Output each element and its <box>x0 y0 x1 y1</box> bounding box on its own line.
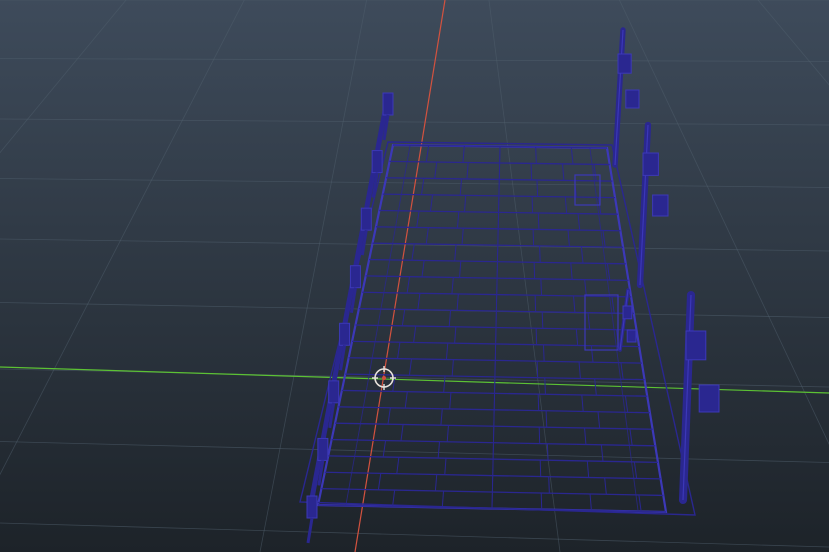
lamp-lantern-icon <box>642 152 659 176</box>
plank-joint-line <box>546 443 549 461</box>
viewport-background <box>0 0 829 552</box>
railing-post-body <box>349 265 361 289</box>
plank-joint-line <box>539 460 542 477</box>
lamp-lantern-icon <box>625 89 640 109</box>
plank-joint-line <box>536 179 539 197</box>
plank-joint-line <box>533 262 536 279</box>
railing-post-body <box>317 437 329 461</box>
railing-post-body <box>306 495 318 519</box>
plank-joint-line <box>535 328 538 345</box>
plank-joint-line <box>539 245 541 263</box>
plank-joint-line <box>548 476 550 494</box>
plank-joint-line <box>536 361 539 378</box>
plank-joint-line <box>538 427 541 444</box>
plank-joint-line <box>534 295 537 312</box>
plank-joint-line <box>532 229 535 246</box>
plank-joint-line <box>537 394 540 411</box>
plank-joint-line <box>531 196 534 213</box>
plank-joint-line <box>540 278 543 296</box>
railing-post-body <box>328 380 340 404</box>
plank-joint-line <box>545 410 548 428</box>
plank-joint-line <box>541 311 544 329</box>
viewport-canvas[interactable] <box>0 0 829 552</box>
railing-post-body <box>360 207 372 231</box>
3d-viewport[interactable] <box>0 0 829 552</box>
lamp-lantern-icon <box>685 330 707 361</box>
lamp-lantern-icon <box>622 305 633 320</box>
plank-joint-line <box>535 146 537 164</box>
railing-post-body <box>382 92 394 116</box>
plank-joint-line <box>542 344 545 362</box>
lamp-lantern-icon <box>626 329 637 343</box>
plank-joint-line <box>537 212 540 230</box>
lamp-lantern-icon <box>652 194 669 217</box>
lamp-lantern-icon <box>698 384 720 413</box>
plank-joint-line <box>530 163 533 180</box>
railing-post-body <box>339 322 351 346</box>
plank-joint-line <box>544 377 546 395</box>
lamp-lantern-icon <box>617 53 632 74</box>
railing-post-body <box>371 150 383 174</box>
plank-joint-line <box>540 493 543 510</box>
